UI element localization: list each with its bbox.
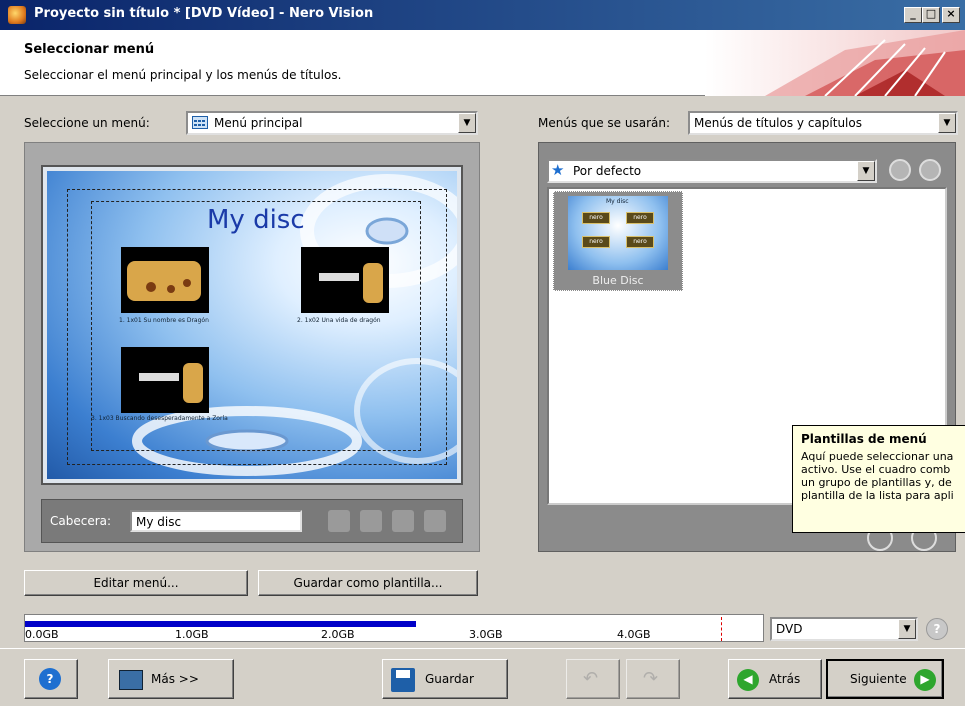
more-label: Más >> xyxy=(151,672,199,686)
window-title: Proyecto sin título * [DVD Vídeo] - Nero… xyxy=(34,6,374,21)
menu-select-value: Menú principal xyxy=(214,116,303,130)
help-button[interactable]: ? xyxy=(24,659,78,699)
app-icon xyxy=(8,6,26,24)
chapter-thumb-2[interactable] xyxy=(301,247,389,313)
save-label: Guardar xyxy=(425,672,474,686)
help-icon: ? xyxy=(39,668,61,690)
back-label: Atrás xyxy=(769,672,801,686)
template-name: Blue Disc xyxy=(592,274,644,287)
cabecera-input[interactable]: My disc xyxy=(130,510,302,532)
prev-page-icon[interactable] xyxy=(360,510,382,532)
category-select[interactable]: ★ Por defecto ▼ xyxy=(547,159,877,183)
menu-grid-icon xyxy=(192,116,208,129)
title-bar[interactable]: Proyecto sin título * [DVD Vídeo] - Nero… xyxy=(0,0,965,30)
capacity-tick: 0.0GB xyxy=(25,628,59,641)
chevron-down-icon[interactable]: ▼ xyxy=(938,113,956,133)
save-icon xyxy=(391,668,415,692)
first-page-icon[interactable] xyxy=(328,510,350,532)
nero-badge: nero xyxy=(582,212,610,224)
tooltip-title: Plantillas de menú xyxy=(801,432,927,446)
menu-select[interactable]: Menú principal ▼ xyxy=(186,111,478,135)
menus-used-select[interactable]: Menús de títulos y capítulos ▼ xyxy=(688,111,958,135)
banner-graphic xyxy=(705,30,965,96)
save-button[interactable]: Guardar xyxy=(382,659,508,699)
menu-preview-canvas[interactable]: My disc 1. 1x01 Su nombre es Dragón 2. 1… xyxy=(47,171,457,479)
chevron-down-icon[interactable]: ▼ xyxy=(898,619,916,639)
footer-bar: ? Más >> Guardar ↶ ↷ ◀ Atrás Siguiente ▶ xyxy=(0,648,965,706)
next-page-icon[interactable] xyxy=(392,510,414,532)
last-page-icon[interactable] xyxy=(424,510,446,532)
nero-badge: nero xyxy=(626,212,654,224)
capacity-bar: 0.0GB 1.0GB 2.0GB 3.0GB 4.0GB xyxy=(24,614,764,642)
undo-icon: ↶ xyxy=(583,668,599,689)
tooltip: Plantillas de menú Aquí puede selecciona… xyxy=(792,425,965,533)
chevron-down-icon[interactable]: ▼ xyxy=(458,113,476,133)
template-mini-title: My disc xyxy=(606,198,629,205)
star-icon: ★ xyxy=(551,161,565,179)
tooltip-line: plantilla de la lista para apli xyxy=(801,489,954,502)
undo-button[interactable]: ↶ xyxy=(566,659,620,699)
disc-type-value: DVD xyxy=(776,622,803,636)
template-a-icon[interactable] xyxy=(889,159,911,181)
capacity-fill xyxy=(25,621,416,627)
more-icon xyxy=(119,670,143,690)
safe-area-inner xyxy=(91,201,421,451)
nero-badge: nero xyxy=(582,236,610,248)
cabecera-value: My disc xyxy=(136,515,182,529)
redo-button[interactable]: ↷ xyxy=(626,659,680,699)
next-arrow-icon: ▶ xyxy=(914,669,936,691)
chapter-caption-3: 3. 1x03 Buscando desesperadamente a Zorl… xyxy=(91,415,228,422)
menus-used-value: Menús de títulos y capítulos xyxy=(694,116,862,130)
menu-preview-panel: My disc 1. 1x01 Su nombre es Dragón 2. 1… xyxy=(24,142,480,552)
template-item-blue-disc[interactable]: My disc nero nero nero nero Blue Disc xyxy=(553,191,683,291)
back-arrow-icon: ◀ xyxy=(737,669,759,691)
select-menu-label: Seleccione un menú: xyxy=(24,116,150,130)
menus-used-label: Menús que se usarán: xyxy=(538,116,671,130)
redo-icon: ↷ xyxy=(643,668,659,689)
capacity-tick: 3.0GB xyxy=(469,628,503,641)
nero-badge: nero xyxy=(626,236,654,248)
tooltip-line: Aquí puede seleccionar una xyxy=(801,450,954,463)
preview-title[interactable]: My disc xyxy=(207,205,305,235)
page-header: Seleccionar menú Seleccionar el menú pri… xyxy=(0,30,965,96)
category-value: Por defecto xyxy=(573,164,642,178)
maximize-button[interactable]: □ xyxy=(922,7,940,23)
close-button[interactable]: × xyxy=(942,7,960,23)
capacity-tick: 2.0GB xyxy=(321,628,355,641)
capacity-tick: 4.0GB xyxy=(617,628,651,641)
capacity-tick: 1.0GB xyxy=(175,628,209,641)
next-button[interactable]: Siguiente ▶ xyxy=(826,659,944,699)
chevron-down-icon[interactable]: ▼ xyxy=(857,161,875,181)
template-b-icon[interactable] xyxy=(919,159,941,181)
menu-preview[interactable]: My disc 1. 1x01 Su nombre es Dragón 2. 1… xyxy=(41,165,463,485)
page-title: Seleccionar menú xyxy=(24,42,155,57)
capacity-limit-marker xyxy=(721,617,722,641)
chapter-thumb-1[interactable] xyxy=(121,247,209,313)
edit-menu-button[interactable]: Editar menú... xyxy=(24,570,248,596)
chapter-thumb-3[interactable] xyxy=(121,347,209,413)
chapter-caption-2: 2. 1x02 Una vida de dragón xyxy=(297,317,381,324)
save-template-button[interactable]: Guardar como plantilla... xyxy=(258,570,478,596)
cabecera-label: Cabecera: xyxy=(50,514,112,528)
back-button[interactable]: ◀ Atrás xyxy=(728,659,822,699)
more-button[interactable]: Más >> xyxy=(108,659,234,699)
disc-help-icon[interactable]: ? xyxy=(926,618,948,640)
tooltip-line: un grupo de plantillas y, de xyxy=(801,476,952,489)
template-thumbnail: My disc nero nero nero nero xyxy=(568,196,668,270)
chapter-caption-1: 1. 1x01 Su nombre es Dragón xyxy=(119,317,209,324)
next-label: Siguiente xyxy=(850,672,907,686)
disc-type-select[interactable]: DVD ▼ xyxy=(770,617,918,641)
tooltip-line: activo. Use el cuadro comb xyxy=(801,463,951,476)
page-subtitle: Seleccionar el menú principal y los menú… xyxy=(24,68,342,82)
minimize-button[interactable]: _ xyxy=(904,7,922,23)
cabecera-bar: Cabecera: My disc xyxy=(41,499,463,543)
